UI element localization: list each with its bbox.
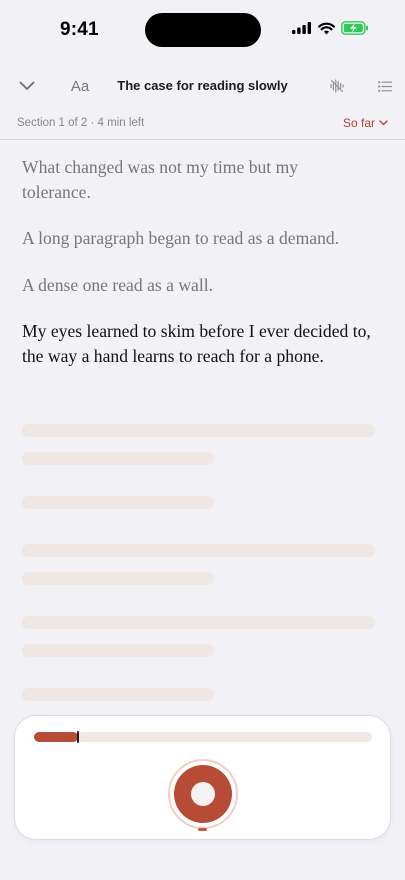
battery-charging-icon <box>341 21 368 35</box>
audio-waveform-button[interactable] <box>324 64 350 108</box>
list-icon <box>378 80 392 92</box>
play-pause-fill <box>174 765 232 823</box>
skeleton-line <box>22 424 375 437</box>
reader-screen: 9:41 Aa The case for reading slowly Sect… <box>0 0 405 880</box>
chevron-down-icon <box>379 120 388 126</box>
status-bar: 9:41 <box>0 0 405 60</box>
dynamic-island <box>145 13 261 47</box>
section-info: Section 1 of 2 · 4 min left <box>17 117 145 129</box>
chevron-down-icon <box>19 81 35 90</box>
font-settings-button[interactable]: Aa <box>62 64 98 108</box>
scrubber-handle[interactable] <box>77 731 79 743</box>
so-far-dropdown[interactable]: So far <box>343 116 388 130</box>
skeleton-line <box>22 572 214 585</box>
waveform-icon <box>330 79 344 93</box>
table-of-contents-button[interactable] <box>372 64 398 108</box>
paragraph: A dense one read as a wall. <box>22 274 214 295</box>
player-indicator <box>198 828 207 831</box>
skeleton-line <box>22 688 214 701</box>
wifi-icon <box>318 22 335 34</box>
section-progress-row: Section 1 of 2 · 4 min left So far <box>0 110 405 140</box>
playback-progress <box>34 732 78 742</box>
audio-player <box>14 715 391 840</box>
paragraph: What changed was not my time but my tole… <box>22 157 299 202</box>
skeleton-line <box>22 644 214 657</box>
status-icons <box>292 21 369 35</box>
play-pause-button[interactable] <box>168 759 238 829</box>
collapse-button[interactable] <box>10 64 44 108</box>
skeleton-line <box>22 544 375 557</box>
reader-toolbar: Aa The case for reading slowly <box>0 64 405 108</box>
current-paragraph: My eyes learned to skim before I ever de… <box>22 321 371 366</box>
cellular-signal-icon <box>292 22 311 34</box>
status-time: 9:41 <box>60 19 99 40</box>
article-title: The case for reading slowly <box>117 78 288 93</box>
skeleton-line <box>22 496 214 509</box>
skeleton-line <box>22 452 214 465</box>
reader-content: What changed was not my time but my tole… <box>22 155 382 390</box>
playback-scrubber[interactable] <box>34 731 372 743</box>
paragraph: A long paragraph began to read as a dema… <box>22 228 340 248</box>
playing-dot-icon <box>191 782 215 806</box>
skeleton-line <box>22 616 375 629</box>
so-far-label: So far <box>342 116 375 130</box>
